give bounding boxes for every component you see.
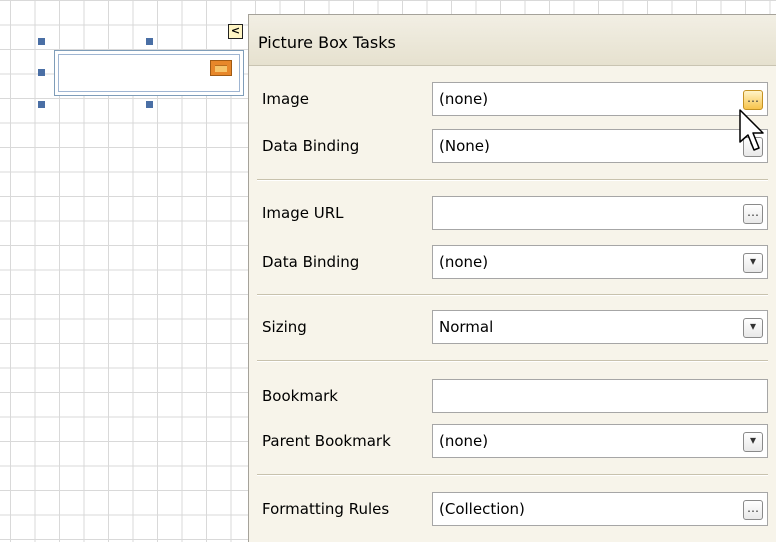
parent-bookmark-value: (none) (439, 432, 489, 450)
sizing-select[interactable]: Normal ▾ (432, 310, 768, 344)
chevron-down-icon[interactable]: ▾ (743, 253, 763, 273)
bookmark-field[interactable] (432, 379, 768, 413)
selection-handle-top-left[interactable] (38, 38, 45, 45)
parent-bookmark-select[interactable]: (none) ▾ (432, 424, 768, 458)
row-data-binding-image: Data Binding (None) ▾ (249, 129, 776, 165)
row-sizing: Sizing Normal ▾ (249, 310, 776, 346)
chevron-down-icon[interactable]: ▾ (743, 432, 763, 452)
picture-icon (210, 60, 232, 76)
sizing-value: Normal (439, 318, 494, 336)
data-binding-url-select[interactable]: (none) ▾ (432, 245, 768, 279)
image-label: Image (262, 90, 309, 108)
data-binding-label: Data Binding (262, 253, 360, 271)
divider (257, 179, 768, 181)
panel-title: Picture Box Tasks (258, 33, 396, 52)
bookmark-label: Bookmark (262, 387, 338, 405)
picture-box-tasks-panel: Picture Box Tasks Image (none) … Data Bi… (248, 14, 776, 542)
formatting-rules-browse-button[interactable]: … (743, 500, 763, 520)
row-formatting-rules: Formatting Rules (Collection) … (249, 492, 776, 528)
selection-handle-bottom-left[interactable] (38, 101, 45, 108)
selection-handle-middle-left[interactable] (38, 69, 45, 76)
formatting-rules-label: Formatting Rules (262, 500, 390, 518)
row-data-binding-url: Data Binding (none) ▾ (249, 245, 776, 281)
row-parent-bookmark: Parent Bookmark (none) ▾ (249, 424, 776, 460)
selection-handle-top-center[interactable] (146, 38, 153, 45)
data-binding-image-select[interactable]: (None) ▾ (432, 129, 768, 163)
formatting-rules-field[interactable]: (Collection) … (432, 492, 768, 526)
selection-handle-bottom-center[interactable] (146, 101, 153, 108)
image-browse-button[interactable]: … (743, 90, 763, 110)
row-image-url: Image URL … (249, 196, 776, 232)
panel-header: Picture Box Tasks (249, 15, 776, 66)
row-image: Image (none) … (249, 82, 776, 118)
image-field[interactable]: (none) … (432, 82, 768, 116)
smart-tag-button[interactable]: < (228, 24, 243, 39)
sizing-label: Sizing (262, 318, 307, 336)
parent-bookmark-label: Parent Bookmark (262, 432, 391, 450)
row-bookmark: Bookmark (249, 379, 776, 415)
divider (257, 474, 768, 476)
formatting-rules-value: (Collection) (439, 500, 525, 518)
divider (257, 294, 768, 296)
divider (257, 360, 768, 362)
data-binding-image-value: (None) (439, 137, 490, 155)
image-url-browse-button[interactable]: … (743, 204, 763, 224)
image-url-label: Image URL (262, 204, 344, 222)
data-binding-url-value: (none) (439, 253, 489, 271)
image-value: (none) (439, 90, 489, 108)
image-url-field[interactable]: … (432, 196, 768, 230)
data-binding-label: Data Binding (262, 137, 360, 155)
chevron-down-icon[interactable]: ▾ (743, 318, 763, 338)
arrow-cursor-icon (739, 109, 764, 151)
